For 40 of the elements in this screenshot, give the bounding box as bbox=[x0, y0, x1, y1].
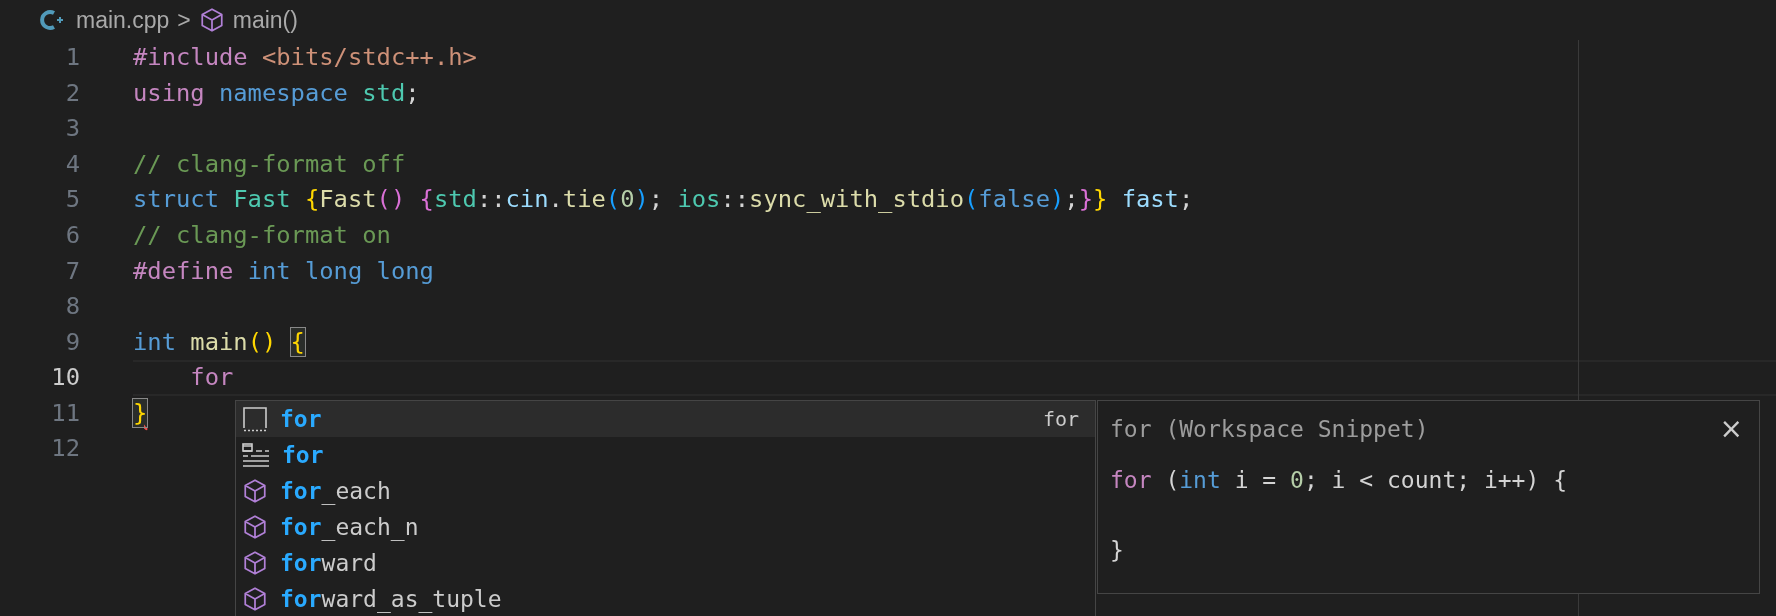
line-number: 10 bbox=[50, 362, 80, 394]
cube-icon bbox=[242, 478, 268, 504]
breadcrumb-symbol[interactable]: main() bbox=[232, 2, 298, 38]
line-number: 9 bbox=[64, 326, 80, 358]
suggestion-item[interactable]: for_each bbox=[236, 473, 1095, 509]
line-number: 5 bbox=[64, 184, 80, 216]
snippet-title: for (Workspace Snippet) bbox=[1110, 414, 1429, 444]
snippet-icon bbox=[242, 406, 268, 432]
keyword-icon bbox=[242, 443, 270, 467]
code-line: // clang-format on bbox=[133, 219, 391, 251]
snippet-code-line: for (int i = 0; i < count; i++) { bbox=[1110, 466, 1567, 496]
suggestion-item[interactable]: forward bbox=[236, 545, 1095, 581]
line-number: 12 bbox=[50, 433, 80, 465]
line-number: 1 bbox=[64, 41, 80, 73]
suggestion-item[interactable]: forward_as_tuple bbox=[236, 581, 1095, 616]
suggestion-item[interactable]: for_each_n bbox=[236, 509, 1095, 545]
cube-icon bbox=[242, 514, 268, 540]
line-number: 7 bbox=[64, 255, 80, 287]
code-line: for bbox=[189, 362, 234, 394]
cube-icon bbox=[242, 586, 268, 612]
suggestion-item[interactable]: for bbox=[236, 437, 1095, 473]
line-number: 3 bbox=[64, 113, 80, 145]
breadcrumb-separator: > bbox=[177, 5, 191, 35]
code-line: struct Fast {Fast() {std::cin.tie(0); ios::sync_with_stdio(false);}} fast; bbox=[133, 184, 1194, 216]
line-number: 8 bbox=[64, 291, 80, 323]
code-line: // clang-format off bbox=[133, 148, 406, 180]
code-line: int main() { bbox=[133, 326, 305, 358]
breadcrumb-file[interactable]: main.cpp bbox=[76, 2, 170, 38]
close-button[interactable]: × bbox=[1715, 415, 1747, 443]
line-number: 11 bbox=[50, 397, 80, 429]
snippet-code-line: } bbox=[1110, 536, 1124, 566]
line-number: 6 bbox=[64, 219, 80, 251]
cube-icon bbox=[198, 7, 225, 33]
line-number: 4 bbox=[64, 148, 80, 180]
code-line: #include <bits/stdc++.h> bbox=[133, 41, 477, 73]
code-line: #define int long long bbox=[133, 255, 434, 287]
suggestion-item[interactable]: for for bbox=[236, 401, 1095, 437]
cube-icon bbox=[242, 550, 268, 576]
code-line: using namespace std; bbox=[133, 77, 420, 109]
line-number: 2 bbox=[64, 77, 80, 109]
